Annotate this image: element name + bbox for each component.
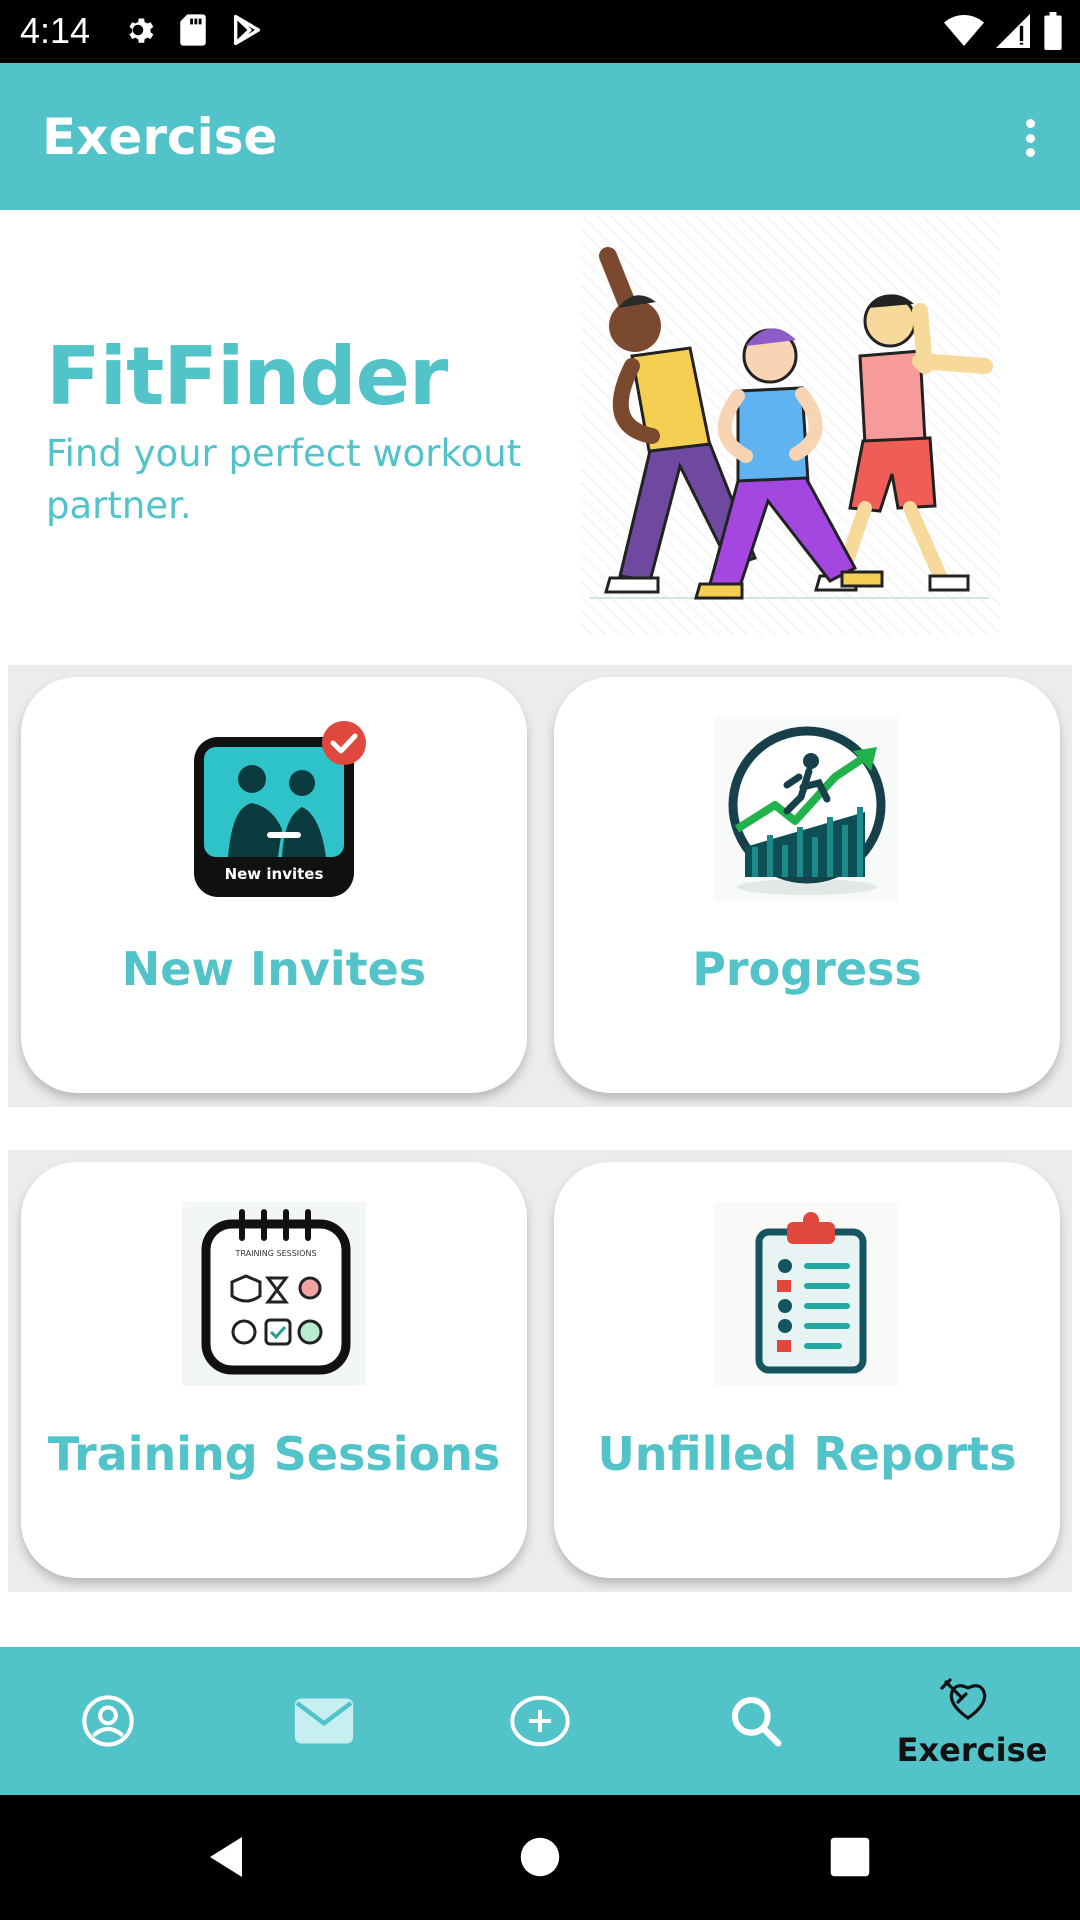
unfilled-reports-card[interactable]: Unfilled Reports: [554, 1162, 1060, 1578]
play-store-icon: [233, 14, 261, 46]
clipboard-checklist-icon: [715, 1202, 899, 1386]
new-invites-card[interactable]: New invites New Invites: [21, 677, 527, 1093]
new-invites-icon: New invites: [182, 717, 366, 901]
recents-icon[interactable]: [820, 1827, 880, 1887]
home-icon[interactable]: [510, 1827, 570, 1887]
nav-mail[interactable]: [216, 1647, 432, 1795]
battery-icon: [1044, 12, 1062, 50]
unfilled-reports-label: Unfilled Reports: [597, 1427, 1017, 1481]
app-title: Exercise: [42, 108, 278, 166]
hero-subtitle: Find your perfect workout partner.: [46, 432, 522, 527]
people-exercising-illustration: [580, 216, 1000, 636]
card-row-2: TRAINING SESSIONS Training Sessions Unfi…: [8, 1150, 1072, 1592]
hero-title: FitFinder: [46, 330, 448, 423]
status-left-icons: [120, 12, 264, 48]
sd-card-icon: [180, 14, 206, 46]
new-invites-icon-text: New invites: [225, 865, 324, 883]
nav-exercise[interactable]: Exercise: [864, 1647, 1080, 1795]
hero-section: FitFinder Find your perfect workout part…: [0, 210, 1080, 660]
card-row-1: New invites New Invites Progress: [8, 665, 1072, 1107]
dumbbell-heart-icon: [940, 1678, 987, 1720]
settings-icon: [129, 18, 154, 43]
bottom-nav: Exercise: [0, 1647, 1080, 1795]
new-invites-label: New Invites: [121, 942, 427, 996]
nav-add[interactable]: [432, 1647, 648, 1795]
status-time: 4:14: [20, 10, 91, 51]
nav-exercise-label: Exercise: [896, 1731, 1048, 1769]
training-sessions-card[interactable]: TRAINING SESSIONS Training Sessions: [21, 1162, 527, 1578]
wifi-icon: [944, 15, 984, 46]
training-sessions-icon-text: TRAINING SESSIONS: [234, 1249, 316, 1258]
mail-icon: [294, 1698, 354, 1744]
training-sessions-calendar-icon: TRAINING SESSIONS: [182, 1202, 366, 1386]
progress-label: Progress: [692, 942, 922, 996]
nav-search[interactable]: [648, 1647, 864, 1795]
nav-profile[interactable]: [0, 1647, 216, 1795]
profile-icon: [82, 1695, 134, 1747]
status-right-icons: [944, 12, 1064, 50]
progress-card[interactable]: Progress: [554, 677, 1060, 1093]
cell-signal-icon: [996, 14, 1030, 48]
more-vert-icon[interactable]: [1010, 113, 1050, 163]
search-icon: [731, 1696, 782, 1747]
app-bar: Exercise: [0, 63, 1080, 210]
system-nav: [0, 1795, 1080, 1920]
check-badge-icon: [322, 721, 366, 765]
training-sessions-label: Training Sessions: [47, 1427, 501, 1481]
progress-chart-icon: [715, 717, 899, 901]
back-icon[interactable]: [196, 1827, 256, 1887]
status-bar: 4:14: [0, 0, 1080, 63]
add-circle-icon: [510, 1695, 570, 1747]
